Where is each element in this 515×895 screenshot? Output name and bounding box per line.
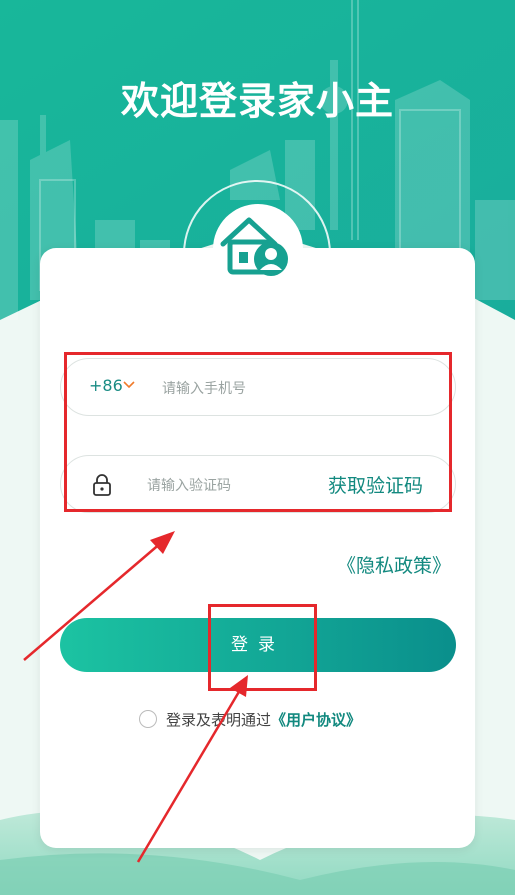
agreement-label: 登录及表明通过 — [166, 711, 272, 729]
annotation-box-login — [208, 604, 317, 691]
login-card — [40, 248, 475, 848]
annotation-box-fields — [64, 352, 452, 512]
agreement-radio[interactable] — [139, 710, 157, 728]
app-logo — [213, 204, 303, 294]
house-user-icon — [220, 217, 288, 276]
agreement-text: 登录及表明通过《用户协议》 — [166, 709, 361, 731]
user-agreement-link[interactable]: 《用户协议》 — [271, 711, 361, 729]
privacy-policy-link[interactable]: 《隐私政策》 — [337, 551, 451, 578]
page-title: 欢迎登录家小主 — [120, 79, 394, 123]
